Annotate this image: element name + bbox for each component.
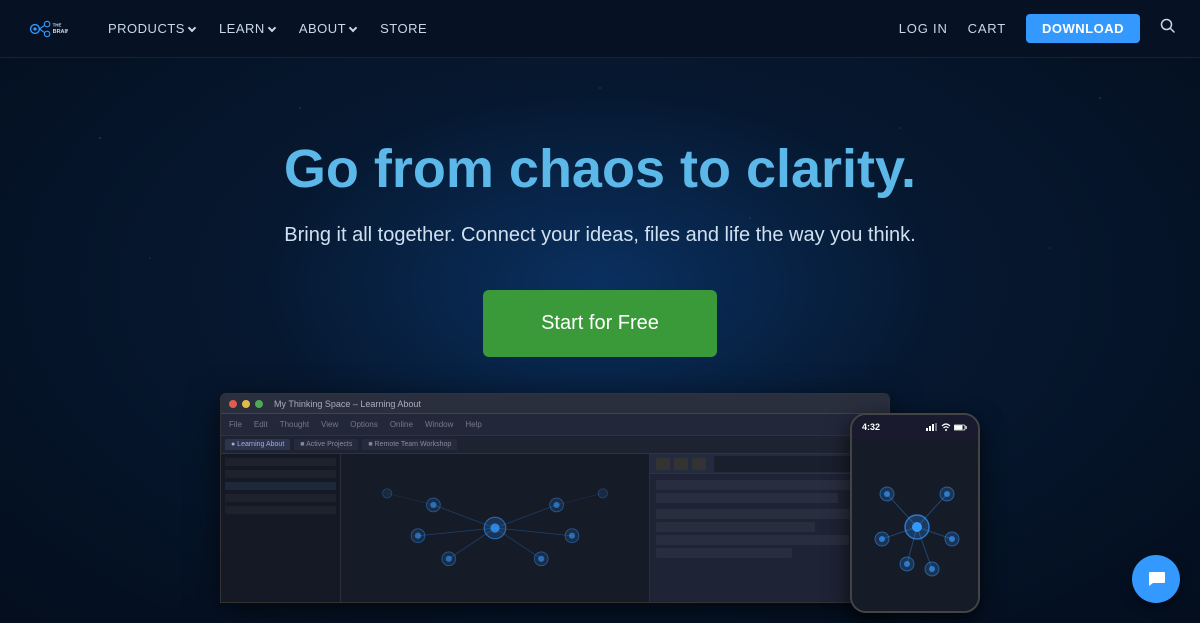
menu-options: Options	[350, 420, 378, 429]
panel-row	[656, 535, 849, 545]
menu-online: Online	[390, 420, 413, 429]
menu-window: Window	[425, 420, 453, 429]
panel-btn-i	[674, 458, 688, 470]
window-sidebar	[221, 454, 341, 602]
navbar: THE BRAIN PRODUCTS LEARN ABOUT STORE LOG…	[0, 0, 1200, 58]
window-main-canvas	[341, 454, 649, 602]
logo[interactable]: THE BRAIN	[24, 15, 68, 43]
window-content	[221, 454, 889, 602]
nav-links: PRODUCTS LEARN ABOUT STORE	[100, 15, 435, 42]
window-title-text: My Thinking Space – Learning About	[274, 399, 421, 409]
panel-row	[656, 493, 838, 503]
panel-row	[656, 509, 860, 519]
app-mockup: My Thinking Space – Learning About File …	[220, 393, 980, 613]
hero-section: Go from chaos to clarity. Bring it all t…	[0, 58, 1200, 623]
cart-link[interactable]: CART	[968, 21, 1006, 36]
desktop-screenshot: My Thinking Space – Learning About File …	[220, 393, 890, 603]
close-dot	[229, 400, 237, 408]
nav-store[interactable]: STORE	[372, 15, 435, 42]
phone-content	[852, 439, 978, 611]
menu-view: View	[321, 420, 338, 429]
minimize-dot	[242, 400, 250, 408]
tab-learning-about: ● Learning About	[225, 439, 290, 450]
start-free-button[interactable]: Start for Free	[483, 290, 717, 357]
maximize-dot	[255, 400, 263, 408]
menu-edit: Edit	[254, 420, 268, 429]
window-tabs: ● Learning About ■ Active Projects ■ Rem…	[221, 436, 889, 454]
panel-row	[656, 522, 815, 532]
menu-thought: Thought	[280, 420, 309, 429]
panel-row	[656, 548, 792, 558]
nav-right: LOG IN CART DOWNLOAD	[899, 14, 1176, 43]
learn-chevron-icon	[268, 23, 276, 31]
phone-time: 4:32	[862, 422, 880, 432]
menu-help: Help	[465, 420, 481, 429]
hero-title: Go from chaos to clarity.	[284, 138, 916, 200]
nav-products[interactable]: PRODUCTS	[100, 15, 203, 42]
tab-remote-team: ■ Remote Team Workshop	[362, 439, 457, 450]
hero-subtitle: Bring it all together. Connect your idea…	[284, 220, 915, 250]
svg-text:THE: THE	[53, 22, 62, 27]
chat-bubble-button[interactable]	[1132, 555, 1180, 603]
svg-text:BRAIN: BRAIN	[53, 28, 68, 34]
download-button[interactable]: DOWNLOAD	[1026, 14, 1140, 43]
phone-screenshot: 4:32	[850, 413, 980, 613]
panel-btn-b	[656, 458, 670, 470]
panel-row	[656, 480, 883, 490]
window-toolbar: File Edit Thought View Options Online Wi…	[221, 414, 889, 436]
about-chevron-icon	[349, 23, 357, 31]
search-icon[interactable]	[1160, 18, 1176, 39]
window-titlebar: My Thinking Space – Learning About	[221, 394, 889, 414]
login-link[interactable]: LOG IN	[899, 21, 948, 36]
nav-left: THE BRAIN PRODUCTS LEARN ABOUT STORE	[24, 15, 435, 43]
tab-active-projects: ■ Active Projects	[294, 439, 358, 450]
menu-file: File	[229, 420, 242, 429]
phone-status-bar: 4:32	[852, 415, 978, 439]
phone-status-icons	[926, 423, 968, 431]
panel-btn-u	[692, 458, 706, 470]
nav-learn[interactable]: LEARN	[211, 15, 283, 42]
products-chevron-icon	[188, 23, 196, 31]
nav-about[interactable]: ABOUT	[291, 15, 364, 42]
